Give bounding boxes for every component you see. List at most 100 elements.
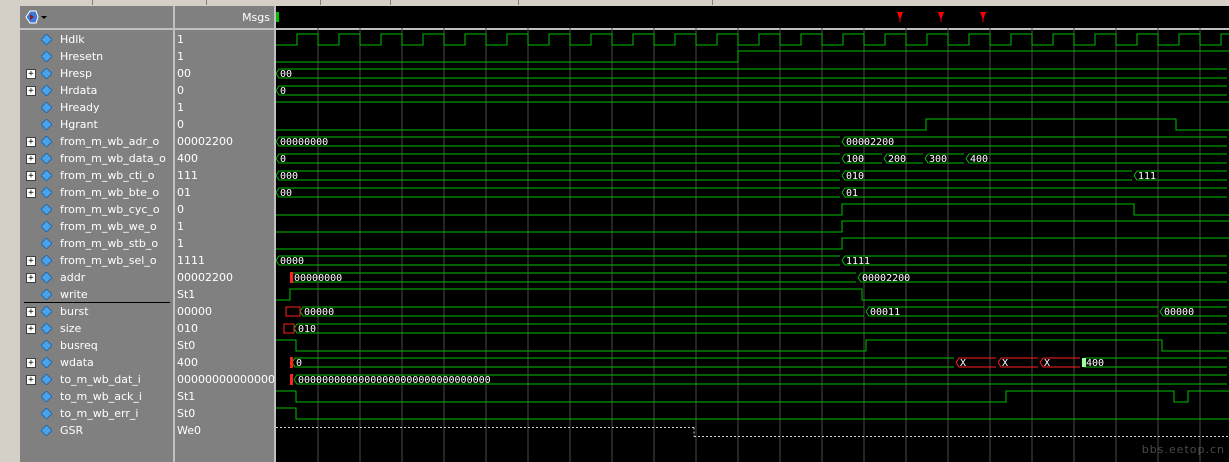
signal-name: from_m_wb_data_o <box>60 152 166 165</box>
signal-row[interactable]: + size <box>20 320 173 337</box>
expand-icon[interactable]: + <box>26 307 36 317</box>
signal-row[interactable]: + Hresp <box>20 65 173 82</box>
signal-name: write <box>60 288 88 301</box>
signal-row[interactable]: + to_m_wb_dat_i <box>20 371 173 388</box>
signal-row[interactable]: + addr <box>20 269 173 286</box>
expand-icon[interactable]: + <box>26 137 36 147</box>
signal-row[interactable]: GSR <box>20 422 173 439</box>
signal-diamond-icon <box>41 170 52 181</box>
data-o-bus-label: 200 <box>888 154 906 165</box>
signal-name: wdata <box>60 356 94 369</box>
signal-row[interactable]: from_m_wb_stb_o <box>20 235 173 252</box>
expand-icon[interactable]: + <box>26 154 36 164</box>
signal-row[interactable]: + from_m_wb_bte_o <box>20 184 173 201</box>
expand-icon[interactable]: + <box>26 375 36 385</box>
expand-icon[interactable]: + <box>26 324 36 334</box>
wdata-bus-label: 0 <box>296 358 302 369</box>
hresp-bus-label: 00 <box>280 69 292 80</box>
bte-o-bus-segment <box>841 187 1227 198</box>
burst-bus-label: 00011 <box>870 307 900 318</box>
signal-row[interactable]: busreq <box>20 337 173 354</box>
signal-row[interactable]: from_m_wb_we_o <box>20 218 173 235</box>
signal-row[interactable]: write <box>20 286 173 303</box>
adr-o-bus-label: 00002200 <box>846 137 894 148</box>
data-o-bus-label: 300 <box>929 154 947 165</box>
signal-diamond-icon <box>41 34 52 45</box>
signal-value: 0000000000000000000000000000000 <box>177 373 276 386</box>
signal-value: 1 <box>177 237 184 250</box>
hdlk-clock-trace <box>276 33 1229 46</box>
signal-row[interactable]: from_m_wb_cyc_o <box>20 201 173 218</box>
expand-icon[interactable]: + <box>26 86 36 96</box>
signal-name: to_m_wb_dat_i <box>60 373 141 386</box>
addr-bus-label: 00000000 <box>294 273 342 284</box>
signal-row[interactable]: + Hrdata <box>20 82 173 99</box>
signal-diamond-icon <box>41 340 52 351</box>
signal-row[interactable]: + from_m_wb_data_o <box>20 150 173 167</box>
burst-unknown-mark <box>285 306 301 317</box>
signal-name: from_m_wb_cti_o <box>60 169 155 182</box>
signal-row[interactable]: + burst <box>20 303 173 320</box>
signal-diamond-icon <box>41 51 52 62</box>
signal-name: from_m_wb_sel_o <box>60 254 157 267</box>
values-header: Msgs <box>175 6 274 30</box>
wdata-unknown-mark <box>290 357 293 368</box>
expand-icon[interactable]: + <box>26 188 36 198</box>
wdata-bus-label: X <box>1044 358 1050 369</box>
cti-o-bus-label: 010 <box>846 171 864 182</box>
write-trace <box>276 288 1229 301</box>
addr-bus-segment <box>289 272 856 283</box>
cti-o-bus-label: 000 <box>280 171 298 182</box>
signal-diamond-icon <box>41 306 52 317</box>
signal-diamond-icon <box>41 119 52 130</box>
expand-icon[interactable]: + <box>26 69 36 79</box>
signal-name: Hgrant <box>60 118 98 131</box>
waveform-canvas[interactable]: 00000000000 000022000 100 200 300 400000 010 11… <box>276 6 1229 462</box>
signal-diamond-icon <box>41 238 52 249</box>
signal-name-pane[interactable]: Hdlk Hresetn + Hresp + Hrdata Hready Hgrant + fro… <box>20 6 175 462</box>
sel-o-bus-segment <box>276 255 840 266</box>
signal-row[interactable]: + from_m_wb_cti_o <box>20 167 173 184</box>
msgs-label: Msgs <box>242 11 270 24</box>
signal-row[interactable]: Hgrant <box>20 116 173 133</box>
expand-icon[interactable]: + <box>26 171 36 181</box>
cti-o-bus-segment <box>841 170 1132 181</box>
signal-name: to_m_wb_ack_i <box>60 390 142 403</box>
signal-name: busreq <box>60 339 98 352</box>
waveform-pane[interactable]: 00 0 00000000 00002200 0 100 200 300 400 000 010 11… <box>276 6 1229 462</box>
signal-value: St0 <box>177 407 196 420</box>
hresp-bus-segment <box>276 68 1227 79</box>
signal-row[interactable]: Hready <box>20 99 173 116</box>
signal-row[interactable]: + from_m_wb_sel_o <box>20 252 173 269</box>
signal-value: 00002200 <box>177 271 233 284</box>
wave-add-icon[interactable] <box>24 9 50 25</box>
signal-value: St1 <box>177 390 196 403</box>
addr-unknown-mark <box>290 272 293 283</box>
signal-row[interactable]: + wdata <box>20 354 173 371</box>
signal-value: St0 <box>177 339 196 352</box>
expand-icon[interactable]: + <box>26 256 36 266</box>
signal-value-pane[interactable]: Msgs 1 1 00 0 1 0 00002200 400 111 01 0 1 1 1111 00002… <box>175 6 276 462</box>
expand-icon[interactable]: + <box>26 273 36 283</box>
size-bus-label: 010 <box>298 324 316 335</box>
burst-bus-segment <box>299 306 864 317</box>
wave-viewer-window: Hdlk Hresetn + Hresp + Hrdata Hready Hgrant + fro… <box>0 0 1229 462</box>
signal-value: 111 <box>177 169 198 182</box>
signal-row[interactable]: + from_m_wb_adr_o <box>20 133 173 150</box>
expand-icon[interactable]: + <box>26 358 36 368</box>
signal-row[interactable]: to_m_wb_ack_i <box>20 388 173 405</box>
signal-row[interactable]: to_m_wb_err_i <box>20 405 173 422</box>
burst-bus-label: 00000 <box>304 307 334 318</box>
burst-bus-segment <box>865 306 1158 317</box>
signal-value: 0 <box>177 84 184 97</box>
signal-value: 00002200 <box>177 135 233 148</box>
signal-row[interactable]: Hresetn <box>20 48 173 65</box>
adr-o-bus-segment <box>841 136 1227 147</box>
we-o-trace <box>276 220 1229 233</box>
signal-name: addr <box>60 271 86 284</box>
signal-value: 010 <box>177 322 198 335</box>
adr-o-bus-segment <box>276 136 840 147</box>
signal-name: GSR <box>60 424 84 437</box>
signal-row[interactable]: Hdlk <box>20 31 173 48</box>
hresetn-trace <box>276 50 1229 63</box>
